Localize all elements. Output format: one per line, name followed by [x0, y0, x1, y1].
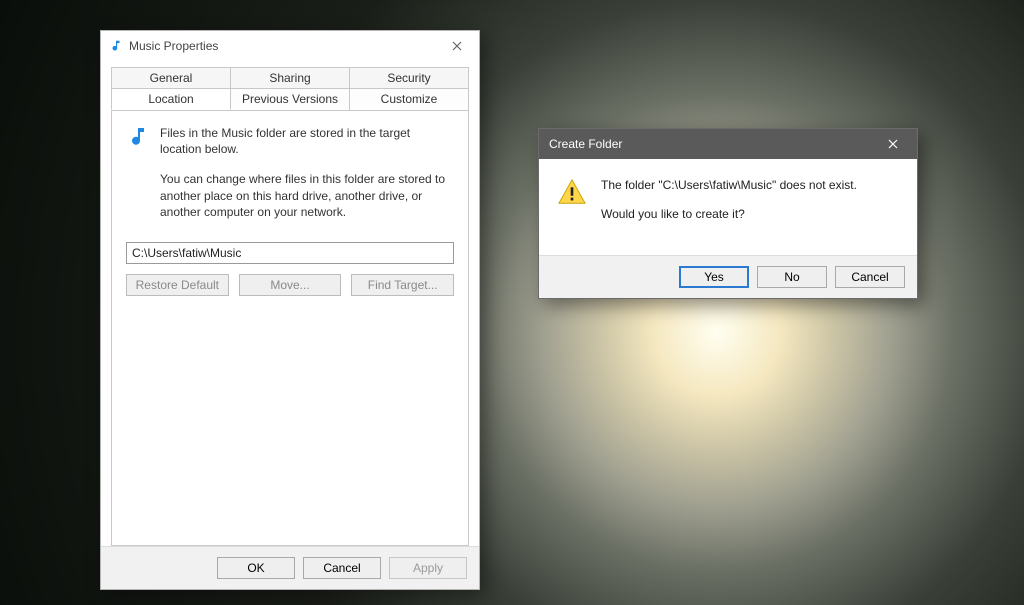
confirm-footer: Yes No Cancel — [539, 255, 917, 298]
properties-title: Music Properties — [129, 39, 218, 53]
properties-footer: OK Cancel Apply — [101, 546, 479, 589]
tab-location[interactable]: Location — [111, 88, 231, 110]
tab-general[interactable]: General — [111, 67, 231, 88]
location-explain-text: You can change where files in this folde… — [160, 171, 454, 220]
restore-default-button[interactable]: Restore Default — [126, 274, 229, 296]
apply-button[interactable]: Apply — [389, 557, 467, 579]
location-panel: Files in the Music folder are stored in … — [111, 110, 469, 546]
tab-sharing[interactable]: Sharing — [231, 67, 350, 88]
cancel-button[interactable]: Cancel — [835, 266, 905, 288]
close-icon[interactable] — [443, 35, 471, 57]
confirm-titlebar[interactable]: Create Folder — [539, 129, 917, 159]
cancel-button[interactable]: Cancel — [303, 557, 381, 579]
no-button[interactable]: No — [757, 266, 827, 288]
ok-button[interactable]: OK — [217, 557, 295, 579]
music-note-icon — [109, 39, 123, 53]
close-icon[interactable] — [879, 133, 907, 155]
tab-previous-versions[interactable]: Previous Versions — [231, 88, 350, 110]
confirm-message-line2: Would you like to create it? — [601, 206, 857, 223]
confirm-title: Create Folder — [549, 137, 622, 151]
tab-security[interactable]: Security — [350, 67, 469, 88]
properties-titlebar[interactable]: Music Properties — [101, 31, 479, 61]
music-properties-dialog: Music Properties General Sharing Securit… — [100, 30, 480, 590]
music-note-icon — [126, 125, 150, 149]
location-intro-text: Files in the Music folder are stored in … — [160, 125, 454, 157]
location-path-input[interactable] — [126, 242, 454, 264]
yes-button[interactable]: Yes — [679, 266, 749, 288]
create-folder-dialog: Create Folder The folder "C:\Users\fatiw… — [538, 128, 918, 299]
warning-icon — [557, 177, 587, 235]
tab-strip: General Sharing Security Location Previo… — [101, 61, 479, 110]
confirm-message-line1: The folder "C:\Users\fatiw\Music" does n… — [601, 177, 857, 194]
tab-customize[interactable]: Customize — [350, 88, 469, 110]
move-button[interactable]: Move... — [239, 274, 342, 296]
find-target-button[interactable]: Find Target... — [351, 274, 454, 296]
